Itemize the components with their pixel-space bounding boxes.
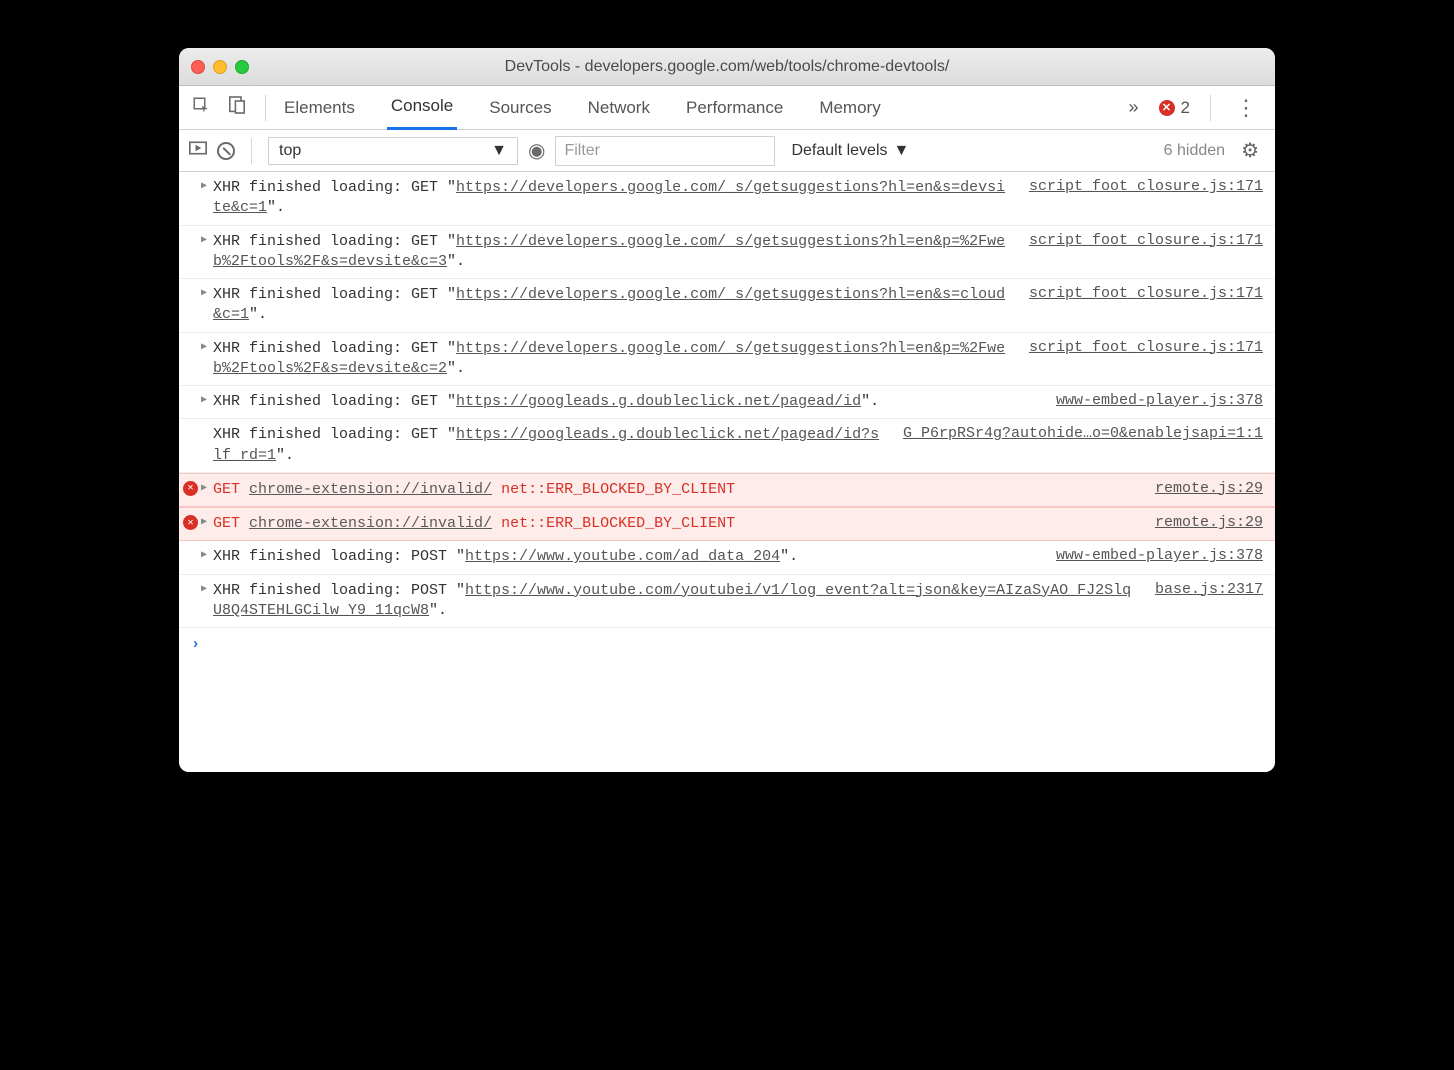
- console-log-row[interactable]: ▶ XHR finished loading: GET "https://deve…: [179, 333, 1275, 387]
- chevron-down-icon: ▼: [491, 142, 507, 160]
- main-tabbar: Elements Console Sources Network Perform…: [179, 86, 1275, 130]
- menu-icon[interactable]: ⋮: [1225, 95, 1267, 121]
- close-button[interactable]: [191, 60, 205, 74]
- disclosure-triangle-icon[interactable]: ▶: [201, 180, 207, 192]
- log-levels-selector[interactable]: Default levels ▼: [785, 142, 915, 160]
- console-prompt[interactable]: ›: [179, 628, 1275, 661]
- step-run-icon[interactable]: [189, 141, 207, 160]
- log-message: GET chrome-extension://invalid/ net::ERR…: [213, 514, 1137, 534]
- log-source-link[interactable]: www-embed-player.js:378: [1038, 392, 1263, 409]
- disclosure-triangle-icon[interactable]: ▶: [201, 549, 207, 561]
- log-message: XHR finished loading: GET "https://devel…: [213, 285, 1011, 326]
- log-source-link[interactable]: script_foot_closure.js:171: [1011, 178, 1263, 195]
- error-icon: ✕: [183, 515, 198, 530]
- disclosure-triangle-icon[interactable]: ▶: [201, 394, 207, 406]
- context-selector[interactable]: top ▼: [268, 137, 518, 165]
- log-message: XHR finished loading: GET "https://googl…: [213, 425, 885, 466]
- disclosure-triangle-icon[interactable]: ▶: [201, 287, 207, 299]
- traffic-lights: [191, 60, 249, 74]
- console-log-row[interactable]: ▶ XHR finished loading: GET "https://deve…: [179, 226, 1275, 280]
- console-log-row[interactable]: ▶ XHR finished loading: POST "https://www…: [179, 575, 1275, 629]
- console-log-row[interactable]: XHR finished loading: GET "https://googl…: [179, 419, 1275, 473]
- chevron-down-icon: ▼: [894, 142, 910, 160]
- tab-sources[interactable]: Sources: [485, 86, 555, 130]
- window-title: DevTools - developers.google.com/web/too…: [179, 58, 1275, 76]
- titlebar: DevTools - developers.google.com/web/too…: [179, 48, 1275, 86]
- separator: [265, 95, 266, 121]
- disclosure-triangle-icon[interactable]: ▶: [201, 234, 207, 246]
- log-source-link[interactable]: script_foot_closure.js:171: [1011, 285, 1263, 302]
- error-count-badge[interactable]: ✕ 2: [1153, 98, 1196, 118]
- tab-network[interactable]: Network: [584, 86, 654, 130]
- disclosure-triangle-icon[interactable]: ▶: [201, 341, 207, 353]
- minimize-button[interactable]: [213, 60, 227, 74]
- console-log-row[interactable]: ▶ XHR finished loading: POST "https://www…: [179, 541, 1275, 574]
- console-log-row[interactable]: ▶ XHR finished loading: GET "https://deve…: [179, 279, 1275, 333]
- levels-label: Default levels: [791, 142, 887, 160]
- inspect-icon[interactable]: [187, 96, 215, 119]
- prompt-caret-icon: ›: [191, 636, 200, 653]
- error-count: 2: [1181, 98, 1190, 118]
- console-log-row[interactable]: ▶ XHR finished loading: GET "https://deve…: [179, 172, 1275, 226]
- log-message: XHR finished loading: POST "https://www.…: [213, 547, 1038, 567]
- log-message: GET chrome-extension://invalid/ net::ERR…: [213, 480, 1137, 500]
- log-source-link[interactable]: G_P6rpRSr4g?autohide…o=0&enablejsapi=1:1: [885, 425, 1263, 442]
- log-source-link[interactable]: script_foot_closure.js:171: [1011, 339, 1263, 356]
- separator: [1210, 95, 1211, 121]
- live-expression-icon[interactable]: ◉: [528, 138, 545, 163]
- panel-tabs: Elements Console Sources Network Perform…: [280, 86, 1115, 130]
- devtools-window: DevTools - developers.google.com/web/too…: [179, 48, 1275, 772]
- log-source-link[interactable]: remote.js:29: [1137, 514, 1263, 531]
- log-source-link[interactable]: www-embed-player.js:378: [1038, 547, 1263, 564]
- log-source-link[interactable]: base.js:2317: [1137, 581, 1263, 598]
- device-toggle-icon[interactable]: [223, 96, 251, 119]
- log-message: XHR finished loading: POST "https://www.…: [213, 581, 1137, 622]
- log-message: XHR finished loading: GET "https://devel…: [213, 339, 1011, 380]
- log-source-link[interactable]: script_foot_closure.js:171: [1011, 232, 1263, 249]
- console-output: ▶ XHR finished loading: GET "https://deve…: [179, 172, 1275, 772]
- error-icon: ✕: [1159, 100, 1175, 116]
- tab-elements[interactable]: Elements: [280, 86, 359, 130]
- console-log-row[interactable]: ▶ XHR finished loading: GET "https://goog…: [179, 386, 1275, 419]
- filter-input[interactable]: [555, 136, 775, 166]
- log-source-link[interactable]: remote.js:29: [1137, 480, 1263, 497]
- error-icon: ✕: [183, 481, 198, 496]
- log-message: XHR finished loading: GET "https://googl…: [213, 392, 1038, 412]
- disclosure-triangle-icon[interactable]: ▶: [201, 516, 207, 528]
- disclosure-triangle-icon[interactable]: ▶: [201, 583, 207, 595]
- console-toolbar: top ▼ ◉ Default levels ▼ 6 hidden ⚙: [179, 130, 1275, 172]
- log-message: XHR finished loading: GET "https://devel…: [213, 232, 1011, 273]
- disclosure-triangle-icon[interactable]: ▶: [201, 482, 207, 494]
- separator: [251, 138, 252, 164]
- tab-memory[interactable]: Memory: [815, 86, 884, 130]
- console-error-row[interactable]: ✕▶ GET chrome-extension://invalid/ net::E…: [179, 473, 1275, 507]
- gear-icon[interactable]: ⚙: [1235, 138, 1265, 163]
- maximize-button[interactable]: [235, 60, 249, 74]
- log-message: XHR finished loading: GET "https://devel…: [213, 178, 1011, 219]
- tab-console[interactable]: Console: [387, 86, 457, 130]
- context-value: top: [279, 142, 301, 160]
- hidden-messages-count[interactable]: 6 hidden: [1164, 142, 1225, 160]
- console-error-row[interactable]: ✕▶ GET chrome-extension://invalid/ net::E…: [179, 507, 1275, 541]
- clear-console-icon[interactable]: [217, 142, 235, 160]
- tab-performance[interactable]: Performance: [682, 86, 787, 130]
- tabs-overflow-icon[interactable]: »: [1123, 97, 1145, 118]
